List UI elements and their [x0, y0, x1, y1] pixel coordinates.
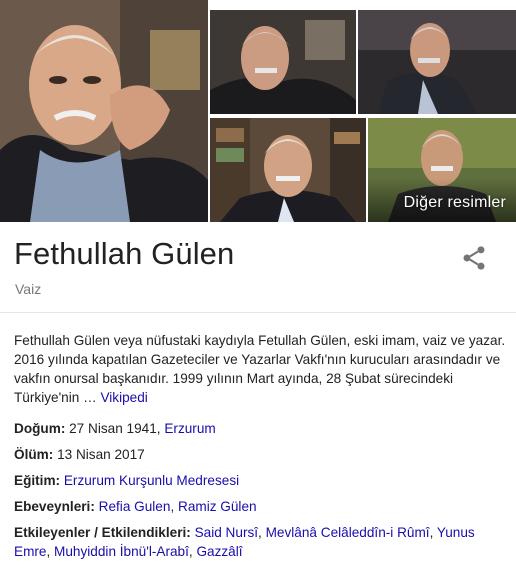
fact-parents: Ebeveynleri: Refia Gulen, Ramiz Gülen [14, 497, 514, 516]
fact-label: Doğum: [14, 421, 66, 436]
influence-link[interactable]: Said Nursî [195, 525, 258, 540]
facts-list: Doğum: 27 Nisan 1941, Erzurum Ölüm: 13 N… [14, 419, 514, 568]
separator: , [170, 499, 175, 514]
separator: , [46, 544, 51, 559]
photo-4[interactable] [210, 118, 366, 222]
entity-title: Fethullah Gülen [14, 236, 235, 271]
photo-3[interactable] [358, 10, 516, 114]
influence-link[interactable]: Muhyiddin İbnü'l-Arabî [54, 544, 189, 559]
fact-label: Eğitim: [14, 473, 61, 488]
fact-value: 27 Nisan 1941, [69, 421, 161, 436]
entity-subtitle: Vaiz [15, 281, 42, 297]
education-link[interactable]: Erzurum Kurşunlu Medresesi [64, 473, 239, 488]
share-button[interactable] [460, 244, 488, 272]
more-images-tile[interactable]: Diğer resimler [368, 118, 516, 222]
fact-birth: Doğum: 27 Nisan 1941, Erzurum [14, 419, 514, 438]
influence-link[interactable]: Mevlânâ Celâleddîn-i Rûmî [266, 525, 430, 540]
parent-link-1[interactable]: Refia Gulen [99, 499, 171, 514]
birthplace-link[interactable]: Erzurum [164, 421, 215, 436]
main-photo[interactable] [0, 0, 208, 222]
separator: , [258, 525, 262, 540]
knowledge-panel: Diğer resimler Fethullah Gülen Vaiz Feth… [0, 0, 516, 567]
separator: , [429, 525, 434, 540]
share-icon [463, 246, 485, 270]
photo-2[interactable] [210, 10, 356, 114]
fact-education: Eğitim: Erzurum Kurşunlu Medresesi [14, 471, 514, 490]
fact-death: Ölüm: 13 Nisan 2017 [14, 445, 514, 464]
fact-label: Ebeveynleri: [14, 499, 95, 514]
image-gallery: Diğer resimler [0, 0, 516, 222]
parent-link-2[interactable]: Ramiz Gülen [178, 499, 257, 514]
fact-influences: Etkileyenler / Etkilendikleri: Said Nurs… [14, 523, 514, 561]
fact-value: 13 Nisan 2017 [57, 447, 145, 462]
more-images-label[interactable]: Diğer resimler [404, 194, 506, 212]
influence-link[interactable]: Gazzâlî [196, 544, 242, 559]
description: Fethullah Gülen veya nüfustaki kaydıyla … [14, 331, 510, 407]
fact-label: Ölüm: [14, 447, 54, 462]
separator: , [188, 544, 193, 559]
source-link[interactable]: Vikipedi [100, 390, 147, 405]
fact-label: Etkileyenler / Etkilendikleri: [14, 525, 191, 540]
section-divider [0, 312, 516, 313]
description-text: Fethullah Gülen veya nüfustaki kaydıyla … [14, 333, 506, 405]
